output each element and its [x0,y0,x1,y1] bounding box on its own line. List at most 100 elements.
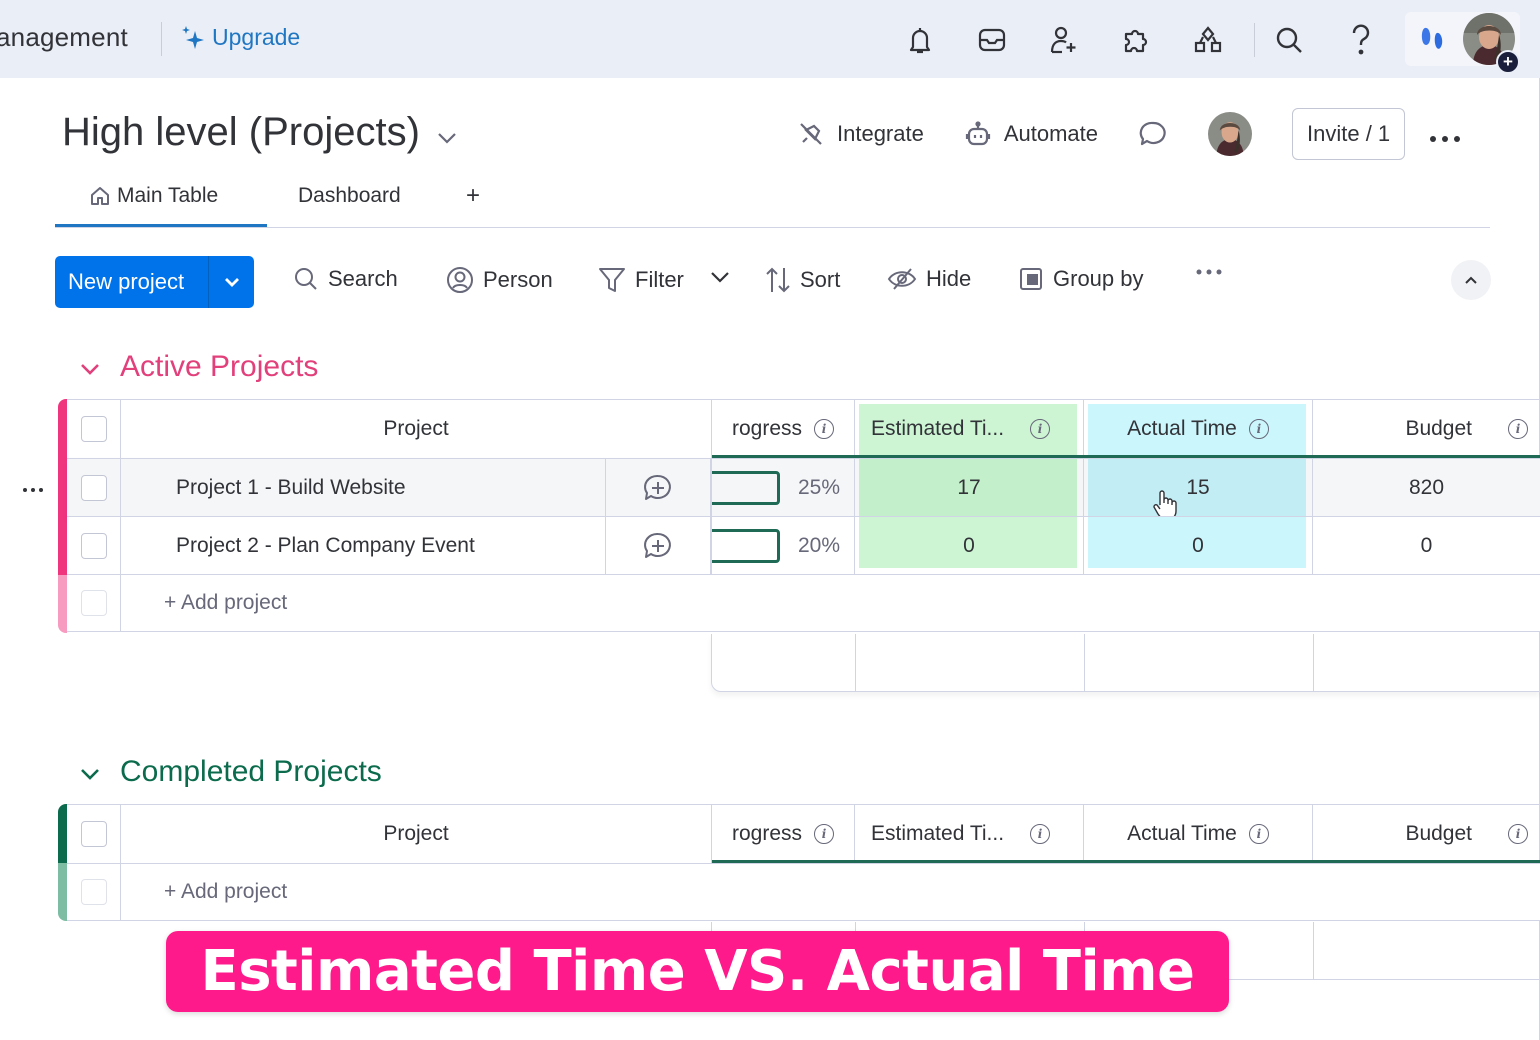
table-row[interactable]: Project 1 - Build Website 25% 17 15 820 [67,458,1540,520]
topbar-icons [900,18,1381,62]
add-account-button[interactable]: + [1496,50,1520,74]
sort-label: Sort [800,267,841,292]
chat-bubble-icon [1139,121,1166,146]
board-title-dropdown[interactable] [436,110,458,155]
estimated-time-cell[interactable]: 0 [855,517,1084,574]
item-name-cell[interactable]: Project 2 - Plan Company Event [121,517,606,574]
automate-button[interactable]: Automate [964,120,1098,148]
chevron-down-icon [81,769,99,780]
progress-cell[interactable]: 25% [711,459,855,516]
group-collapse-toggle[interactable] [80,350,100,384]
group-by-button[interactable]: Group by [1018,266,1144,292]
info-icon[interactable]: i [1030,824,1051,844]
column-header-progress[interactable]: rogress i [711,400,855,458]
updates-button[interactable] [1138,119,1168,149]
item-updates-cell[interactable] [606,459,711,516]
select-all-cell [67,400,121,458]
info-icon[interactable]: i [814,419,834,439]
upgrade-button[interactable]: Upgrade [180,24,300,51]
filter-label: Filter [635,267,684,292]
info-icon[interactable]: i [1508,419,1528,439]
table-header-row: Project rogress i Estimated Ti... i Actual… [67,805,1540,863]
info-icon[interactable]: i [1508,824,1528,844]
add-project-input[interactable]: + Add project [121,864,1540,920]
table-row[interactable]: Project 2 - Plan Company Event 20% 0 0 0 [67,516,1540,574]
new-project-split-button: New project [55,256,254,308]
column-header-actual-time[interactable]: Actual Time i [1084,805,1313,863]
toolbar-more-button[interactable] [1195,268,1223,276]
tab-label: Main Table [117,184,219,207]
sort-button[interactable]: Sort [765,266,840,294]
filter-button[interactable]: Filter [598,266,684,294]
integrations-button[interactable] [1188,20,1228,60]
integrate-button[interactable]: Integrate [797,120,924,148]
person-filter-button[interactable]: Person [446,266,553,294]
add-update-icon [644,532,671,558]
collapse-header-button[interactable] [1451,260,1491,300]
search-button[interactable] [1269,20,1309,60]
budget-cell[interactable]: 820 [1313,459,1540,516]
item-name-cell[interactable]: Project 1 - Build Website [121,459,606,516]
apps-button[interactable] [1116,20,1156,60]
column-title: Budget [1405,822,1472,845]
select-all-checkbox[interactable] [80,821,107,847]
board-member-avatar[interactable] [1208,112,1253,156]
product-switcher-button[interactable] [1418,24,1448,59]
group-color-bar [58,804,67,863]
help-button[interactable] [1341,20,1381,60]
row-checkbox[interactable] [80,532,107,559]
new-project-button[interactable]: New project [55,256,209,308]
info-icon[interactable]: i [1030,419,1051,439]
row-menu-button[interactable] [22,480,44,498]
group-by-icon [1020,268,1042,290]
tab-main-table[interactable]: Main Table [89,184,218,208]
column-title: rogress [731,417,802,440]
budget-cell[interactable]: 0 [1313,517,1540,574]
actual-time-cell[interactable]: 0 [1084,517,1313,574]
top-bar: anagement Upgrade + [0,0,1540,78]
notifications-button[interactable] [900,20,940,60]
column-header-project[interactable]: Project [121,805,711,863]
row-checkbox[interactable] [80,474,107,501]
column-header-project[interactable]: Project [121,400,711,458]
info-icon[interactable]: i [814,824,834,844]
group-title[interactable]: Active Projects [120,350,318,384]
divider [855,634,856,691]
group-title[interactable]: Completed Projects [120,755,382,789]
board-more-button[interactable] [1429,119,1461,150]
actual-time-cell[interactable]: 15 [1084,459,1313,520]
search-button[interactable]: Search [293,266,398,292]
invite-members-button[interactable] [1044,20,1084,60]
add-view-button[interactable]: + [466,182,480,210]
progress-value: 25% [797,475,840,499]
invite-button[interactable]: Invite / 1 [1292,108,1406,160]
hide-button[interactable]: Hide [887,266,971,292]
search-icon [295,268,317,290]
tab-label: Dashboard [298,184,401,207]
filter-icon [599,268,625,292]
group-collapse-toggle[interactable] [80,755,100,789]
inbox-button[interactable] [972,20,1012,60]
column-header-actual-time[interactable]: Actual Time i [1084,400,1313,458]
add-item-row: + Add project [67,574,1540,632]
column-header-progress[interactable]: rogress i [711,805,855,863]
board-title[interactable]: High level (Projects) [62,110,420,155]
column-header-estimated-time[interactable]: Estimated Ti... i [855,400,1084,458]
info-icon[interactable]: i [1248,824,1269,844]
estimated-time-cell[interactable]: 17 [855,459,1084,516]
column-header-budget[interactable]: Budget i [1313,400,1540,458]
filter-dropdown[interactable] [710,270,730,284]
select-all-checkbox[interactable] [80,416,107,442]
info-icon[interactable]: i [1248,419,1269,439]
column-header-estimated-time[interactable]: Estimated Ti... i [855,805,1084,863]
divider [1313,634,1314,691]
progress-cell[interactable]: 20% [711,517,855,574]
budget-value: 0 [1420,533,1433,557]
board-header: High level (Projects) [62,110,458,155]
group-summary-row [711,634,1540,692]
tab-dashboard[interactable]: Dashboard [298,184,401,208]
item-updates-cell[interactable] [606,517,711,574]
column-header-budget[interactable]: Budget i [1313,805,1540,863]
new-project-dropdown[interactable] [209,256,254,308]
add-project-input[interactable]: + Add project [121,575,1540,631]
